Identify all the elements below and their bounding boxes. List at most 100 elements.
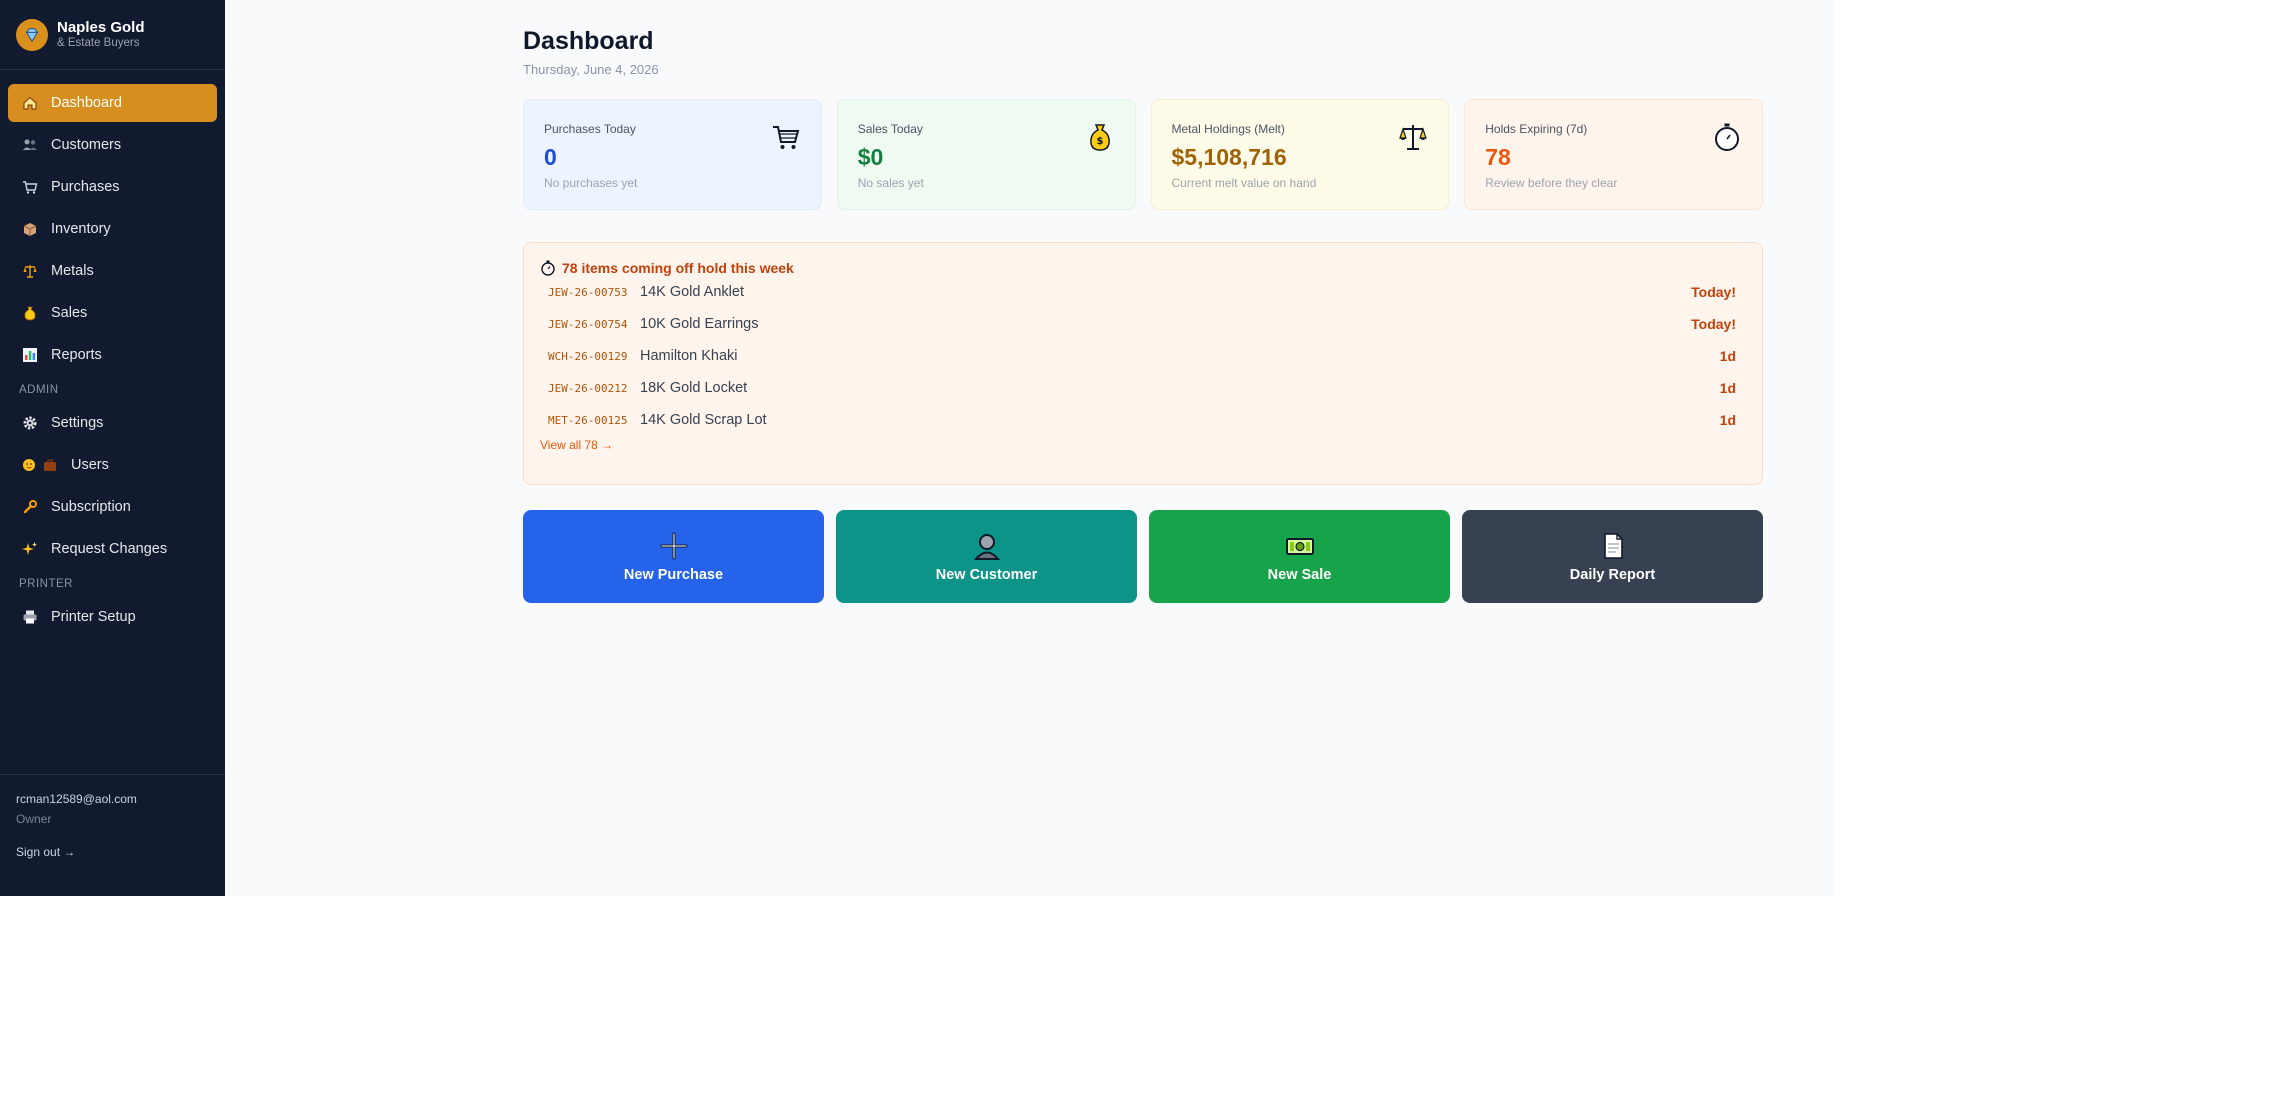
sidebar-item-purchases[interactable]: Purchases: [8, 168, 217, 206]
section-printer: PRINTER: [19, 578, 73, 590]
hold-name: 14K Gold Anklet: [640, 284, 744, 300]
stat-label: Holds Expiring (7d): [1485, 122, 1588, 136]
stat-value: $5,108,716: [1171, 144, 1287, 170]
sidebar-item-label: Dashboard: [51, 95, 122, 111]
hold-code: MET-26-00125: [548, 413, 628, 427]
bar-chart-icon: [21, 346, 39, 364]
hold-name: 18K Gold Locket: [640, 380, 748, 396]
stat-card-sales[interactable]: Sales Today $0 No sales yet $: [836, 99, 1136, 210]
sparkles-icon: [21, 540, 39, 558]
holds-panel: 78 items coming off hold this week JEW-2…: [523, 242, 1763, 485]
sidebar-item-label: Settings: [51, 415, 104, 431]
sidebar-item-label: Purchases: [51, 179, 120, 195]
hold-days: 1d: [1719, 348, 1736, 364]
money-bag-icon: $: [1089, 124, 1110, 151]
diamond-icon: [16, 18, 48, 51]
page-date: Thursday, June 4, 2026: [523, 62, 659, 77]
sidebar-item-inventory[interactable]: Inventory: [8, 210, 217, 248]
sidebar-item-label: Metals: [51, 263, 94, 279]
sidebar-item-reports[interactable]: Reports: [8, 336, 217, 374]
quick-actions: New Purchase New Customer New Sale Daily…: [523, 510, 1763, 603]
sidebar-item-sales[interactable]: Sales: [8, 294, 217, 332]
sidebar-item-printer-setup[interactable]: Printer Setup: [8, 598, 217, 636]
sidebar-item-label: Users: [71, 457, 109, 473]
stats-cards: Purchases Today 0 No purchases yet Sales…: [523, 99, 1763, 210]
cart-icon: [21, 178, 39, 196]
holds-title: 78 items coming off hold this week: [540, 260, 1746, 276]
stat-label: Purchases Today: [544, 122, 636, 136]
hold-days: Today!: [1691, 316, 1736, 332]
sidebar-item-settings[interactable]: Settings: [8, 404, 217, 442]
stat-card-metal-holdings[interactable]: Metal Holdings (Melt) $5,108,716 Current…: [1150, 99, 1450, 210]
sidebar-item-label: Sales: [51, 305, 88, 321]
brand-subtitle: & Estate Buyers: [57, 37, 140, 49]
money-bag-icon: [21, 304, 39, 322]
home-icon: [21, 94, 39, 112]
hold-name: 10K Gold Earrings: [640, 316, 759, 332]
document-icon: [1603, 532, 1623, 559]
new-customer-button[interactable]: New Customer: [836, 510, 1137, 603]
section-admin: ADMIN: [19, 384, 59, 396]
hold-days: Today!: [1691, 284, 1736, 300]
stat-value: 78: [1485, 144, 1511, 170]
hold-row[interactable]: WCH-26-00129 Hamilton Khaki 1d: [540, 340, 1746, 372]
sidebar-item-label: Reports: [51, 347, 102, 363]
stat-sub: No purchases yet: [544, 176, 638, 190]
svg-text:$: $: [1096, 136, 1103, 147]
sidebar: Naples Gold & Estate Buyers Dashboard Cu…: [0, 0, 225, 896]
stat-label: Metal Holdings (Melt): [1171, 122, 1285, 136]
people-icon: [21, 136, 39, 154]
sidebar-item-label: Printer Setup: [51, 609, 136, 625]
hold-code: JEW-26-00212: [548, 381, 628, 395]
sidebar-item-subscription[interactable]: Subscription: [8, 488, 217, 526]
hold-row[interactable]: MET-26-00125 14K Gold Scrap Lot 1d: [540, 404, 1746, 436]
wrench-icon: [21, 498, 39, 516]
sidebar-item-request-changes[interactable]: Request Changes: [8, 530, 217, 568]
stat-value: 0: [544, 144, 557, 170]
hold-days: 1d: [1719, 380, 1736, 396]
hold-days: 1d: [1719, 412, 1736, 428]
action-label: New Purchase: [623, 566, 724, 583]
sidebar-footer: rcman12589@aol.com Owner Sign out →: [0, 774, 225, 896]
hold-code: JEW-26-00753: [548, 285, 628, 299]
sidebar-item-users[interactable]: Users: [8, 446, 217, 484]
hold-name: 14K Gold Scrap Lot: [640, 412, 767, 428]
holds-title-text: 78 items coming off hold this week: [562, 260, 794, 276]
gear-icon: [21, 414, 39, 432]
plus-icon: [660, 532, 687, 559]
sidebar-item-label: Customers: [51, 137, 122, 153]
new-sale-button[interactable]: New Sale: [1149, 510, 1450, 603]
stopwatch-icon: [1715, 123, 1739, 151]
view-all-holds-link[interactable]: View all 78 →: [540, 438, 613, 452]
stat-card-purchases[interactable]: Purchases Today 0 No purchases yet: [523, 99, 822, 210]
sidebar-item-customers[interactable]: Customers: [8, 126, 217, 164]
main-content: Dashboard Thursday, June 4, 2026 Purchas…: [225, 0, 1833, 896]
scales-icon: [1399, 125, 1428, 150]
hold-row[interactable]: JEW-26-00212 18K Gold Locket 1d: [540, 372, 1746, 404]
action-label: Daily Report: [1569, 566, 1656, 583]
box-icon: [21, 220, 39, 238]
daily-report-button[interactable]: Daily Report: [1462, 510, 1763, 603]
stat-sub: Review before they clear: [1485, 176, 1618, 190]
sidebar-item-dashboard[interactable]: Dashboard: [8, 84, 217, 122]
sidebar-item-label: Inventory: [51, 221, 111, 237]
stat-label: Sales Today: [857, 122, 923, 136]
stopwatch-icon: [541, 260, 555, 276]
sidebar-item-metals[interactable]: Metals: [8, 252, 217, 290]
brand-name: Naples Gold: [57, 19, 145, 36]
scales-icon: [21, 262, 39, 280]
hold-row[interactable]: JEW-26-00753 14K Gold Anklet Today!: [540, 276, 1746, 308]
cart-icon: [772, 126, 800, 149]
hold-row[interactable]: JEW-26-00754 10K Gold Earrings Today!: [540, 308, 1746, 340]
stat-card-holds-expiring[interactable]: Holds Expiring (7d) 78 Review before the…: [1464, 99, 1763, 210]
brand[interactable]: Naples Gold & Estate Buyers: [0, 0, 225, 70]
printer-icon: [21, 608, 39, 626]
sidebar-item-label: Subscription: [51, 499, 131, 515]
sign-out-link[interactable]: Sign out →: [16, 845, 75, 859]
user-role: Owner: [16, 812, 52, 826]
action-label: New Sale: [1267, 566, 1332, 583]
stat-sub: No sales yet: [857, 176, 924, 190]
sidebar-nav: Dashboard Customers Purchases Inventory …: [0, 70, 225, 636]
new-purchase-button[interactable]: New Purchase: [523, 510, 824, 603]
hold-code: JEW-26-00754: [548, 317, 628, 331]
